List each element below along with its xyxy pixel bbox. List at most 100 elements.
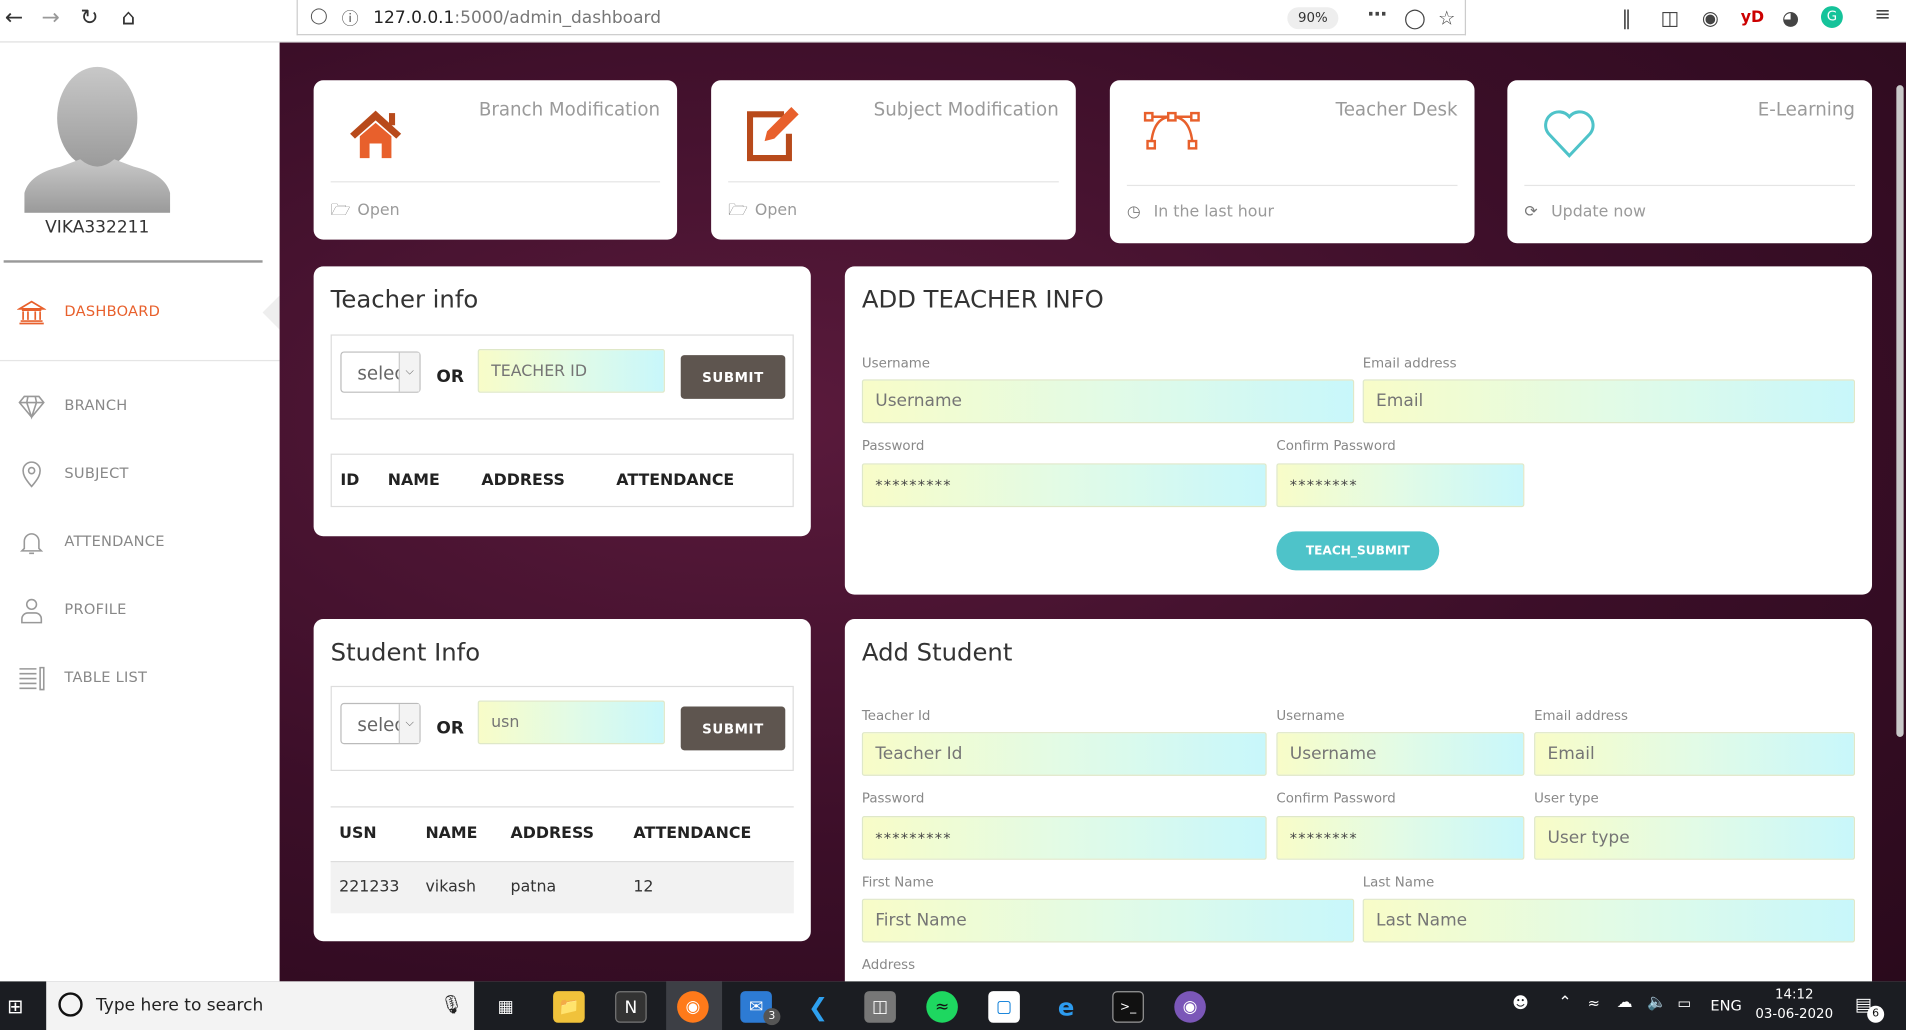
teacher-username-input[interactable] (861, 379, 1355, 424)
bank-icon (17, 300, 47, 325)
student-teacher-id-input[interactable] (861, 732, 1267, 776)
store-icon[interactable]: ▢ (988, 991, 1020, 1023)
clock-time: 14:12 (1774, 986, 1814, 1003)
stat-card-subject[interactable]: Subject Modification 🗁 Open (711, 80, 1076, 240)
stat-footer[interactable]: ◷ In the last hour (1127, 203, 1274, 221)
teacher-email-input[interactable] (1362, 379, 1856, 424)
usn-input[interactable] (477, 700, 665, 745)
spotify-icon[interactable]: ≈ (926, 991, 958, 1023)
teacher-id-input[interactable] (477, 349, 665, 393)
teacher-password-input[interactable]: ********* (861, 463, 1267, 508)
teacher-confirm-password-input[interactable]: ******** (1276, 463, 1525, 508)
back-icon[interactable]: ← (5, 5, 23, 31)
sidebar-item-attendance[interactable]: ATTENDANCE (0, 518, 280, 567)
taskbar-search[interactable]: Type here to search 🎙 (46, 981, 475, 1030)
table-row[interactable]: 221233 vikash patna 12 (330, 860, 794, 914)
library-icon[interactable]: ‖ (1622, 6, 1632, 29)
yandex-extension-icon[interactable]: yD (1741, 9, 1764, 27)
firefox-icon[interactable]: ◉ (677, 991, 709, 1023)
language-indicator[interactable]: ENG (1710, 997, 1741, 1014)
battery-icon[interactable]: ▭ (1678, 995, 1692, 1012)
sidebar-item-table-list[interactable]: TABLE LIST (0, 654, 280, 703)
menu-icon[interactable]: ≡ (1874, 2, 1890, 25)
chevron-up-icon[interactable]: ⌃ (1558, 994, 1571, 1012)
table-header: ADDRESS (510, 824, 595, 843)
student-info-card: Student Info selec⌵ OR SUBMIT USN NAME A… (313, 618, 811, 942)
sidebar-item-label: ATTENDANCE (64, 532, 165, 550)
avatar (24, 66, 171, 213)
diamond-icon (18, 395, 45, 420)
vector-path-icon (1143, 111, 1200, 150)
home-icon[interactable]: ⌂ (122, 5, 136, 31)
table-cell: 221233 (339, 878, 400, 897)
sidebar-item-subject[interactable]: SUBJECT (0, 450, 280, 499)
stat-title: E-Learning (1757, 98, 1856, 121)
taskbar-clock[interactable]: 14:12 03-06-2020 (1755, 985, 1833, 1024)
student-search-form: selec⌵ OR SUBMIT (330, 685, 794, 772)
stat-card-branch[interactable]: Branch Modification 🗁 Open (313, 80, 678, 240)
sidebar-item-branch[interactable]: BRANCH (0, 382, 280, 431)
address-bar[interactable]: ◯ ⓘ 127.0.0.1:5000/admin_dashboard 90% ⋯… (296, 0, 1467, 36)
confirm-password-label: Confirm Password (1276, 790, 1396, 807)
windows-start-icon[interactable]: ⊞ (7, 995, 23, 1018)
stat-card-teacher-desk[interactable]: Teacher Desk ◷ In the last hour (1109, 80, 1475, 244)
add-student-card: Add Student Teacher Id Username Email ad… (844, 618, 1873, 1009)
people-icon[interactable]: ☻ (1512, 995, 1528, 1013)
student-table: USN NAME ADDRESS ATTENDANCE 221233 vikas… (330, 806, 794, 914)
sidebar-item-dashboard[interactable]: DASHBOARD (0, 288, 280, 337)
stat-card-e-learning[interactable]: E-Learning ⟳ Update now (1507, 80, 1873, 244)
sidebar-item-profile[interactable]: PROFILE (0, 586, 280, 635)
teacher-select[interactable]: selec ⌵ (340, 351, 421, 393)
scrollbar[interactable] (1896, 85, 1904, 737)
table-header: NAME (387, 471, 440, 491)
volume-icon[interactable]: 🔈 (1647, 994, 1667, 1012)
extension-icon[interactable]: ◕ (1782, 6, 1799, 29)
home-icon (350, 110, 402, 159)
last-name-input[interactable] (1362, 898, 1856, 943)
forward-icon[interactable]: → (41, 5, 59, 31)
database-icon[interactable]: ◫ (864, 991, 896, 1023)
file-explorer-icon[interactable]: 📁 (553, 991, 585, 1023)
student-confirm-password-input[interactable]: ******** (1276, 816, 1525, 860)
zoom-indicator[interactable]: 90% (1287, 7, 1339, 30)
student-submit-button[interactable]: SUBMIT (680, 706, 786, 751)
vscode-icon[interactable]: ❮ (802, 991, 834, 1023)
student-username-input[interactable] (1276, 732, 1525, 776)
confirm-password-label: Confirm Password (1276, 437, 1396, 454)
heart-icon (1544, 110, 1595, 158)
wifi-icon[interactable]: ≈ (1588, 995, 1600, 1012)
notification-badge: 6 (1867, 1005, 1885, 1023)
student-email-input[interactable] (1534, 732, 1856, 776)
notion-icon[interactable]: N (615, 991, 647, 1023)
teach-submit-button[interactable]: TEACH_SUBMIT (1276, 531, 1440, 571)
bookmark-star-icon[interactable]: ☆ (1438, 6, 1455, 29)
edge-icon[interactable]: e (1050, 991, 1082, 1023)
stat-footer[interactable]: ⟳ Update now (1524, 203, 1646, 221)
stat-footer[interactable]: 🗁 Open (331, 199, 400, 226)
task-view-icon[interactable]: ▦ (490, 991, 522, 1023)
stat-footer[interactable]: 🗁 Open (728, 199, 797, 226)
account-icon[interactable]: ◉ (1702, 6, 1719, 29)
user-type-input[interactable] (1534, 816, 1856, 860)
more-icon[interactable]: ⋯ (1368, 2, 1387, 25)
grammarly-icon[interactable]: G (1820, 6, 1843, 28)
pocket-icon[interactable]: ◯ (1404, 6, 1426, 29)
github-icon[interactable]: ◉ (1174, 991, 1206, 1023)
url-path: :5000/admin_dashboard (454, 8, 662, 28)
username: VIKA332211 (45, 217, 150, 238)
teacher-submit-button[interactable]: SUBMIT (680, 355, 786, 399)
reload-icon[interactable]: ↻ (80, 5, 98, 31)
first-name-input[interactable] (861, 898, 1355, 943)
table-header: ATTENDANCE (633, 824, 752, 843)
terminal-icon[interactable]: >_ (1112, 991, 1144, 1023)
chevron-down-icon: ⌵ (398, 704, 420, 744)
sidebar-toggle-icon[interactable]: ◫ (1661, 6, 1679, 29)
student-select[interactable]: selec ⌵ (340, 702, 421, 745)
info-icon[interactable]: ⓘ (342, 6, 359, 30)
student-password-input[interactable]: ********* (861, 816, 1267, 860)
microphone-icon[interactable]: 🎙 (440, 994, 463, 1016)
cloud-icon[interactable]: ☁ (1617, 994, 1633, 1012)
sidebar-item-label: SUBJECT (64, 464, 129, 482)
stat-footer-text: Update now (1551, 203, 1646, 222)
sidebar-item-label: PROFILE (64, 600, 127, 618)
